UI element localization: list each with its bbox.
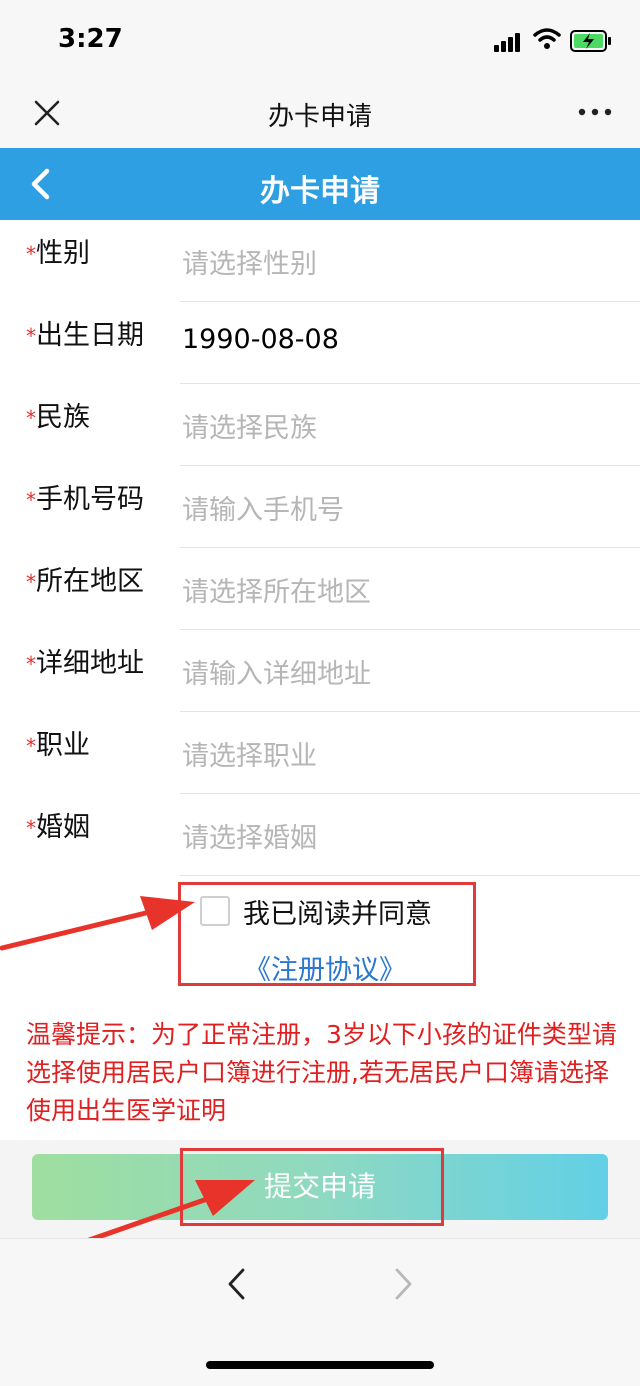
browser-forward-icon[interactable] — [392, 1267, 414, 1301]
field-label: *性别 — [26, 238, 144, 270]
ethnicity-select[interactable]: 请选择民族 — [182, 406, 317, 445]
form-row-occupation: *职业 请选择职业 — [0, 712, 640, 794]
field-label: *详细地址 — [26, 648, 144, 680]
top-nav-bar: 办卡申请 — [0, 82, 640, 148]
required-mark: * — [26, 242, 36, 266]
field-label-text: 手机号码 — [36, 484, 144, 515]
required-mark: * — [26, 734, 36, 758]
form-row-region: *所在地区 请选择所在地区 — [0, 548, 640, 630]
form-row-marital: *婚姻 请选择婚姻 — [0, 794, 640, 876]
cellular-signal-icon — [494, 33, 520, 52]
birthdate-field[interactable]: 1990-08-08 — [182, 324, 339, 355]
required-mark: * — [26, 488, 36, 512]
agreement-text: 我已阅读并同意 — [243, 899, 432, 930]
field-label: *婚姻 — [26, 812, 144, 844]
form-row-phone: *手机号码 请输入手机号 — [0, 466, 640, 548]
field-label: *职业 — [26, 730, 144, 762]
occupation-select[interactable]: 请选择职业 — [182, 734, 317, 773]
application-form: *性别 请选择性别 *出生日期 1990-08-08 *民族 请选择民族 *手机… — [0, 220, 640, 878]
agreement-link[interactable]: 《注册协议》 — [244, 948, 406, 987]
nav-title: 办卡申请 — [267, 102, 372, 132]
wifi-icon — [533, 28, 561, 49]
field-label-text: 出生日期 — [36, 320, 144, 351]
required-mark: * — [26, 652, 36, 676]
required-mark: * — [26, 406, 36, 430]
form-row-ethnicity: *民族 请选择民族 — [0, 384, 640, 466]
required-mark: * — [26, 324, 36, 348]
field-label: *手机号码 — [26, 484, 144, 516]
status-bar: 3:27 — [0, 0, 640, 82]
field-label: *民族 — [26, 402, 144, 434]
address-input[interactable]: 请输入详细地址 — [182, 652, 371, 691]
marital-select[interactable]: 请选择婚姻 — [182, 816, 317, 855]
browser-back-icon[interactable] — [226, 1267, 248, 1301]
form-row-address: *详细地址 请输入详细地址 — [0, 630, 640, 712]
field-label-text: 详细地址 — [36, 648, 144, 679]
status-time: 3:27 — [58, 24, 123, 54]
more-options-icon[interactable] — [578, 102, 612, 122]
form-row-gender: *性别 请选择性别 — [0, 220, 640, 302]
field-label-text: 性别 — [36, 238, 90, 269]
gender-select[interactable]: 请选择性别 — [182, 242, 317, 281]
field-label-text: 职业 — [36, 730, 90, 761]
annotation-highlight-box — [180, 1148, 444, 1226]
field-label-text: 民族 — [36, 402, 90, 433]
form-row-birthdate: *出生日期 1990-08-08 — [0, 302, 640, 384]
row-divider — [180, 875, 640, 876]
field-label-text: 婚姻 — [36, 812, 90, 843]
field-label: *所在地区 — [26, 566, 144, 598]
field-label: *出生日期 — [26, 320, 144, 352]
page-header: 办卡申请 — [0, 148, 640, 220]
phone-input[interactable]: 请输入手机号 — [182, 488, 344, 527]
agreement-checkbox[interactable] — [200, 896, 230, 926]
home-indicator — [206, 1361, 434, 1369]
required-mark: * — [26, 570, 36, 594]
region-select[interactable]: 请选择所在地区 — [182, 570, 371, 609]
warm-tip-notice: 温馨提示：为了正常注册，3岁以下小孩的证件类型请选择使用居民户口簿进行注册,若无… — [26, 1020, 617, 1125]
field-label-text: 所在地区 — [36, 566, 144, 597]
battery-charging-icon — [570, 30, 611, 52]
required-mark: * — [26, 816, 36, 840]
page-title: 办卡申请 — [260, 174, 380, 209]
